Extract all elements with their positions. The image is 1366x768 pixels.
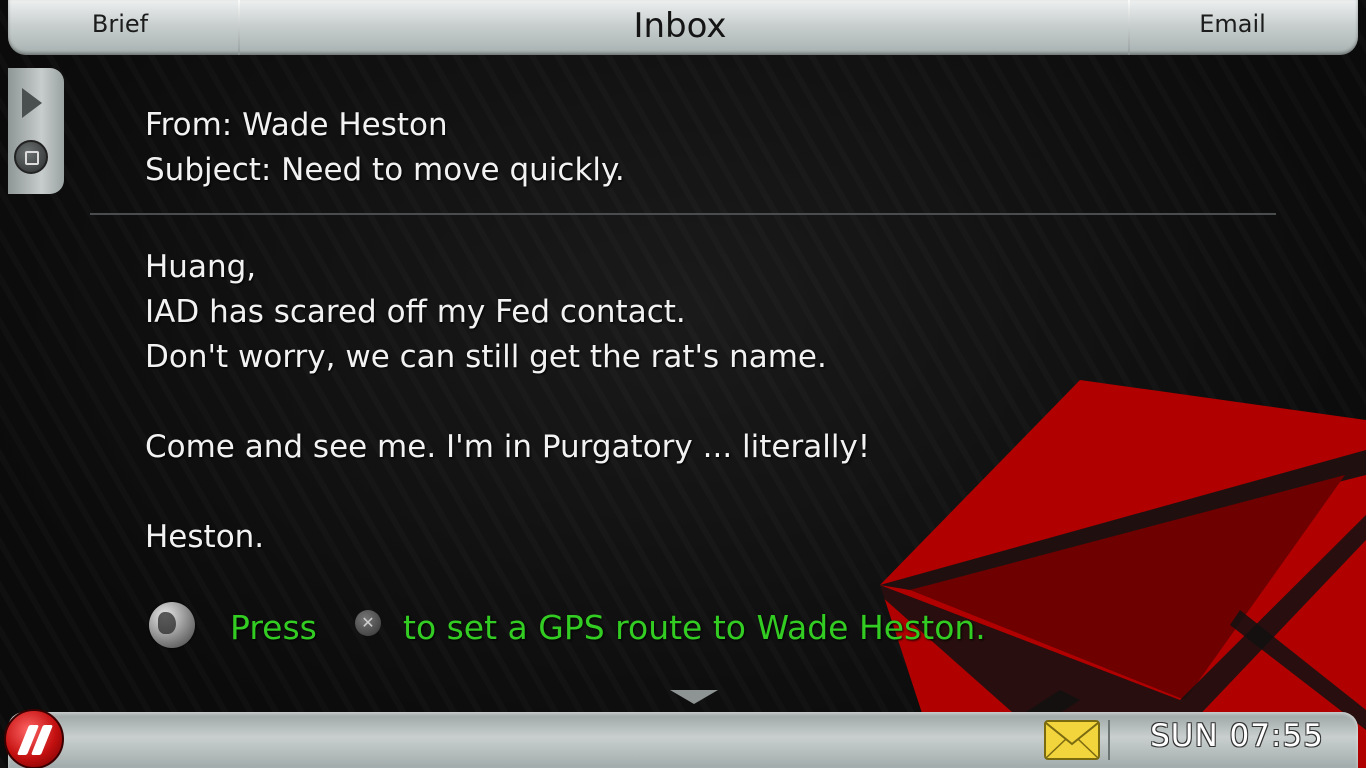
envelope-art: [880, 380, 1366, 768]
clock: SUN 07:55: [1150, 718, 1324, 754]
message-body-line: Don't worry, we can still get the rat's …: [145, 339, 827, 375]
logo-icon[interactable]: [4, 709, 64, 768]
message-body-line: IAD has scared off my Fed contact.: [145, 294, 686, 330]
tab-brief[interactable]: Brief: [30, 10, 210, 38]
stop-icon[interactable]: [14, 140, 48, 174]
message-body-line: Huang,: [145, 249, 257, 285]
top-bar-separator: [1128, 0, 1130, 55]
play-icon[interactable]: [22, 88, 42, 118]
gps-action-label: to set a GPS route to Wade Heston.: [403, 608, 986, 647]
message-from: From: Wade Heston: [145, 107, 448, 143]
scroll-down-icon[interactable]: [670, 690, 718, 704]
mail-icon[interactable]: [1044, 720, 1100, 760]
cross-button-icon: ✕: [355, 610, 381, 636]
message-body-line: Come and see me. I'm in Purgatory ... li…: [145, 429, 871, 465]
bottom-bar-separator: [1108, 720, 1110, 760]
message-signature: Heston.: [145, 519, 265, 555]
page-title: Inbox: [633, 6, 727, 46]
message-subject: Subject: Need to move quickly.: [145, 152, 625, 188]
globe-icon: [149, 602, 195, 648]
gps-press-label: Press: [230, 608, 317, 647]
header-divider: [90, 213, 1276, 215]
email-screen: Brief Inbox Email From: Wade Heston Subj…: [0, 0, 1366, 768]
side-controls: [8, 68, 64, 194]
tab-email[interactable]: Email: [1140, 10, 1325, 38]
